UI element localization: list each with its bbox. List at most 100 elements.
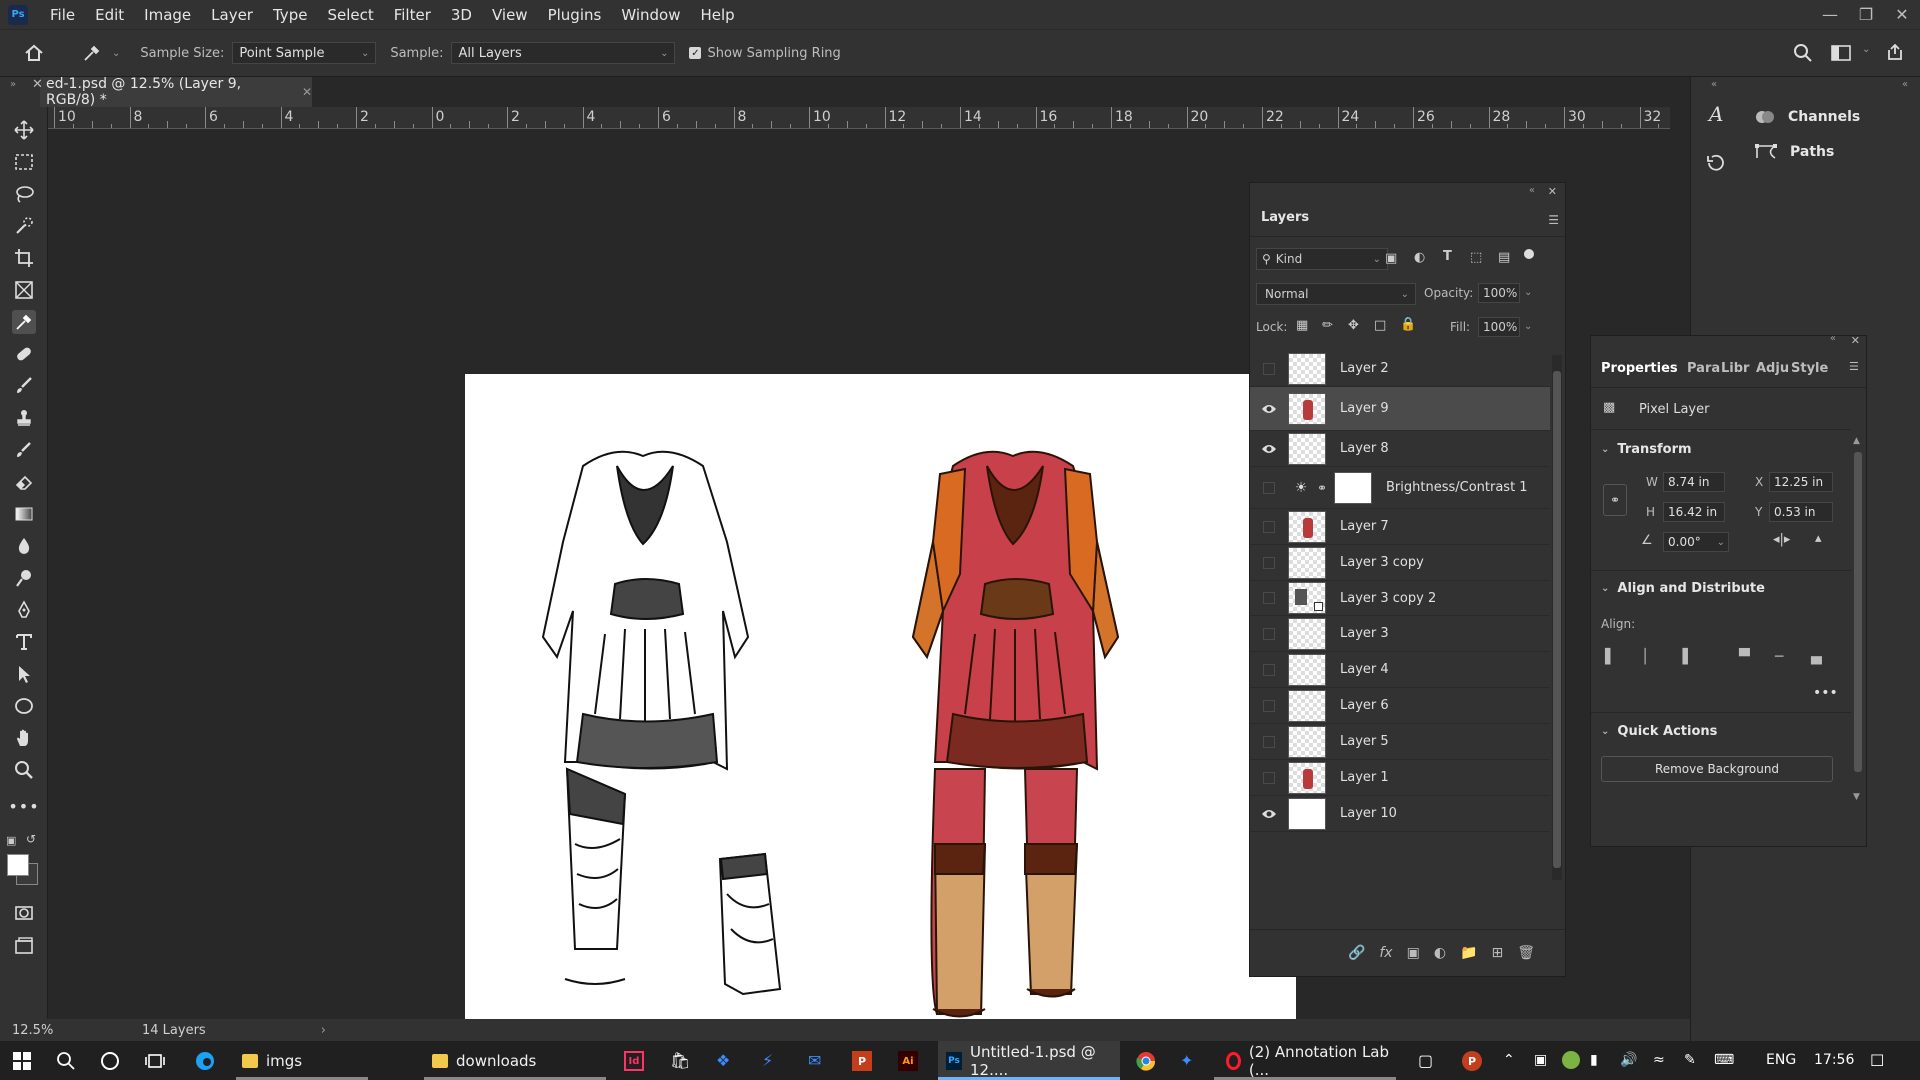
filter-adjustment-icon[interactable]: ◐	[1414, 250, 1425, 265]
search-icon[interactable]	[1793, 43, 1813, 63]
search-icon[interactable]	[56, 1051, 76, 1071]
tab-paragraph[interactable]: Para	[1687, 348, 1720, 388]
menu-3d[interactable]: 3D	[441, 6, 482, 24]
visibility-eye-icon[interactable]	[1250, 403, 1288, 415]
layer-thumbnail[interactable]	[1288, 510, 1326, 543]
layer-thumbnail[interactable]	[1288, 432, 1326, 465]
layer-thumbnail[interactable]	[1288, 761, 1326, 794]
menu-view[interactable]: View	[482, 6, 538, 24]
visibility-toggle[interactable]	[1250, 627, 1288, 640]
default-colors-icon[interactable]: ▣	[6, 834, 16, 847]
visibility-eye-icon[interactable]	[1250, 443, 1288, 455]
link-dimensions-icon[interactable]: ⚭	[1603, 484, 1627, 516]
windows-start-icon[interactable]	[12, 1051, 32, 1071]
taskbar-app-downloads[interactable]: downloads	[424, 1041, 606, 1080]
cortana-icon[interactable]	[100, 1051, 120, 1071]
chevron-down-icon[interactable]: ⌄	[1524, 287, 1532, 298]
layer-thumbnail[interactable]	[1288, 689, 1326, 722]
quick-actions-section[interactable]: ⌄ Quick Actions	[1601, 724, 1717, 739]
layer-row[interactable]: Layer 2	[1250, 351, 1550, 387]
notifications-icon[interactable]: ☐	[1870, 1051, 1884, 1070]
zoom-tool-icon[interactable]	[12, 758, 36, 782]
align-section[interactable]: ⌄ Align and Distribute	[1601, 581, 1765, 596]
chrome-icon[interactable]	[1135, 1050, 1157, 1072]
layer-thumbnail[interactable]	[1288, 617, 1326, 650]
layer-row[interactable]: Layer 5	[1250, 724, 1550, 760]
volume-icon[interactable]: 🔊	[1620, 1052, 1637, 1068]
panel-menu-icon[interactable]: ☰	[1548, 213, 1559, 227]
layer-thumbnail[interactable]	[1288, 582, 1326, 614]
visibility-toggle[interactable]	[1250, 556, 1288, 569]
sample-select[interactable]: All Layers ⌄	[451, 42, 676, 64]
dropbox-icon[interactable]: ❖	[716, 1051, 730, 1070]
close-panel-icon[interactable]: ✕	[1851, 334, 1860, 347]
more-tools-icon[interactable]: •••	[8, 794, 38, 818]
x-input[interactable]: 12.25 in	[1769, 472, 1833, 492]
taskbar-app-imgs[interactable]: imgs	[236, 1041, 368, 1080]
document-tab[interactable]: ed-1.psd @ 12.5% (Layer 9, RGB/8) * ✕	[40, 76, 312, 108]
add-mask-icon[interactable]: ▣	[1407, 945, 1420, 961]
app-tray-icon[interactable]	[1562, 1051, 1580, 1069]
filter-kind-select[interactable]: ⚲ Kind ⌄	[1256, 248, 1388, 270]
visibility-toggle[interactable]	[1250, 735, 1288, 748]
powerpoint-icon[interactable]: P	[852, 1051, 872, 1071]
brush-tool-icon[interactable]	[12, 374, 36, 398]
visibility-toggle[interactable]	[1250, 699, 1288, 712]
collapse-icon[interactable]: «	[1711, 79, 1717, 90]
language-indicator[interactable]: ENG	[1766, 1052, 1796, 1068]
filter-toggle-icon[interactable]	[1524, 249, 1534, 259]
new-adjustment-icon[interactable]: ◐	[1434, 945, 1446, 961]
layer-row[interactable]: Layer 8	[1250, 431, 1550, 467]
tab-adjustments[interactable]: Adju	[1756, 348, 1789, 388]
tab-libraries[interactable]: Libr	[1721, 348, 1749, 388]
layer-thumbnail[interactable]	[1288, 352, 1326, 385]
quick-selection-tool-icon[interactable]	[12, 214, 36, 238]
properties-scrollbar[interactable]: ▲ ▼	[1853, 436, 1863, 802]
filter-smart-object-icon[interactable]: ▤	[1498, 250, 1510, 265]
menu-type[interactable]: Type	[263, 6, 317, 24]
chevron-right-icon[interactable]: ›	[321, 1023, 326, 1038]
menu-plugins[interactable]: Plugins	[538, 6, 612, 24]
tab-styles[interactable]: Style	[1791, 348, 1828, 388]
lock-artboard-icon[interactable]: □	[1374, 318, 1386, 333]
align-top-icon[interactable]: ▀	[1739, 649, 1750, 665]
layer-thumbnail[interactable]	[1288, 392, 1326, 425]
clone-stamp-tool-icon[interactable]	[12, 406, 36, 430]
opacity-input[interactable]: 100%	[1478, 283, 1520, 303]
collapse-icon[interactable]: «	[1830, 333, 1836, 344]
lasso-tool-icon[interactable]	[12, 182, 36, 206]
filter-pixel-icon[interactable]: ▣	[1385, 251, 1397, 266]
layer-thumbnail[interactable]	[1288, 546, 1326, 579]
chevron-down-icon[interactable]: ⌄	[1524, 321, 1532, 332]
new-layer-icon[interactable]: ⊞	[1491, 945, 1503, 961]
blur-tool-icon[interactable]	[12, 534, 36, 558]
tab-properties[interactable]: Properties	[1601, 348, 1678, 388]
character-panel-icon[interactable]: A	[1705, 103, 1727, 125]
y-input[interactable]: 0.53 in	[1769, 502, 1833, 522]
chevron-down-icon[interactable]: ⌄	[1862, 44, 1870, 55]
pen-icon[interactable]: ✎	[1684, 1052, 1696, 1068]
menu-image[interactable]: Image	[134, 6, 201, 24]
store-icon[interactable]: 🛍	[670, 1051, 690, 1070]
align-left-icon[interactable]: ▌	[1605, 649, 1616, 665]
layer-row[interactable]: Layer 9	[1250, 387, 1550, 431]
visibility-eye-icon[interactable]	[1250, 808, 1288, 820]
show-ring-checkbox[interactable]: ✓	[689, 47, 702, 59]
close-icon[interactable]: ✕	[1884, 0, 1920, 29]
chevron-up-icon[interactable]: ⌃	[1503, 1052, 1515, 1068]
gradient-tool-icon[interactable]	[12, 502, 36, 526]
history-brush-tool-icon[interactable]	[12, 438, 36, 462]
visibility-toggle[interactable]	[1250, 771, 1288, 784]
layer-row[interactable]: Layer 7	[1250, 509, 1550, 545]
layer-row[interactable]: Layer 3 copy	[1250, 545, 1550, 581]
remove-background-button[interactable]: Remove Background	[1601, 756, 1833, 782]
menu-filter[interactable]: Filter	[384, 6, 441, 24]
delete-layer-icon[interactable]: 🗑	[1517, 945, 1535, 961]
menu-file[interactable]: File	[40, 6, 85, 24]
document-canvas[interactable]	[465, 374, 1296, 1034]
sample-size-select[interactable]: Point Sample ⌄	[232, 42, 377, 64]
move-tool-icon[interactable]	[12, 118, 36, 142]
flip-vertical-icon[interactable]: ▴	[1815, 531, 1822, 546]
layers-tab[interactable]: Layers	[1250, 199, 1565, 237]
layer-thumbnail[interactable]	[1288, 653, 1326, 686]
